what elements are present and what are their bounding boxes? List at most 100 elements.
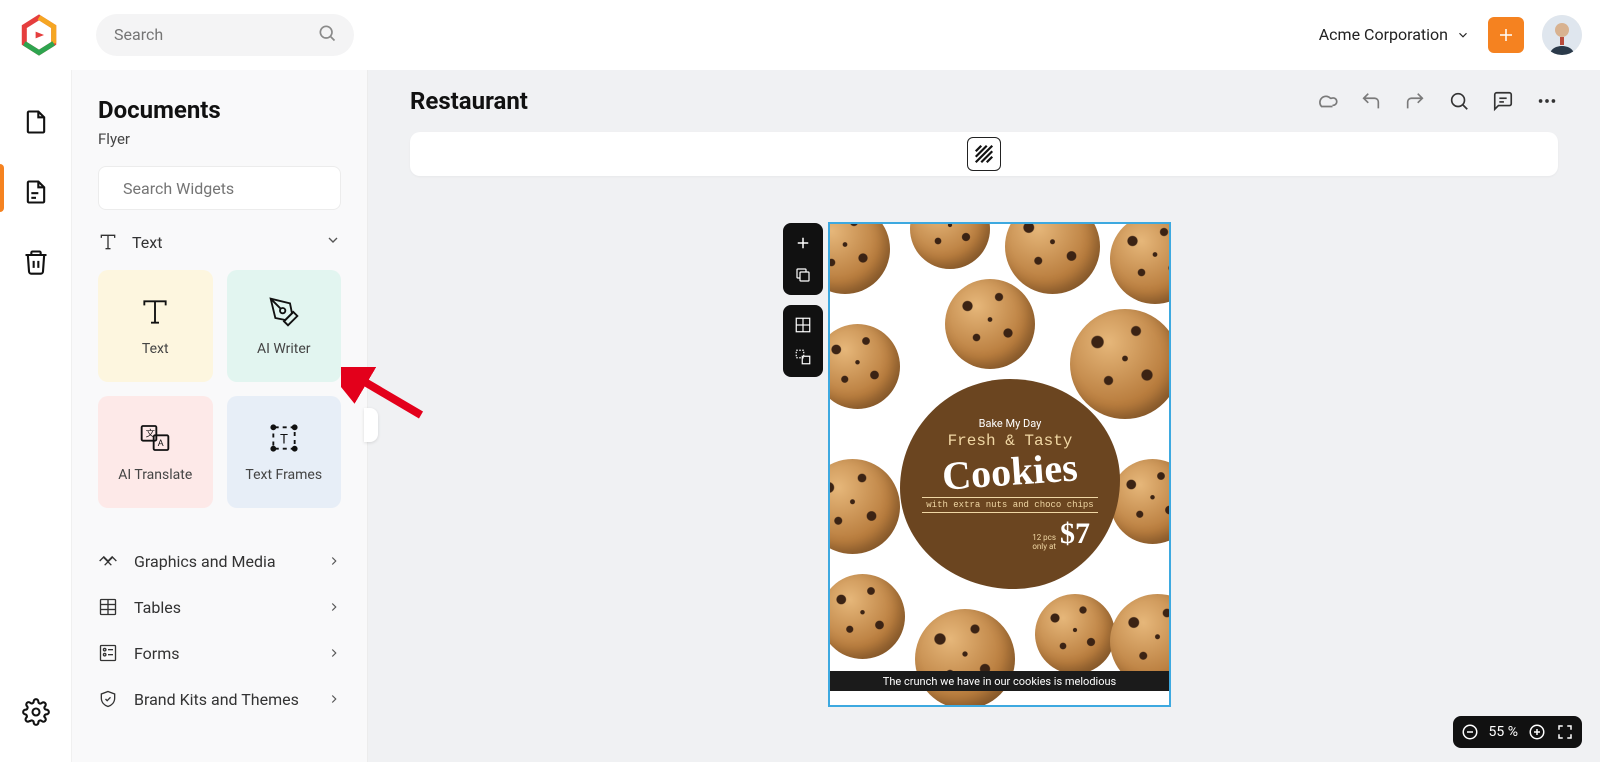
cookie-image	[1110, 222, 1171, 304]
cookie-image	[1005, 222, 1100, 294]
gear-icon	[22, 698, 50, 726]
flyer-pcs: 12 pcs only at	[1032, 533, 1056, 551]
guides-icon	[794, 348, 812, 366]
org-switcher[interactable]: Acme Corporation	[1319, 25, 1470, 44]
flyer-price: $7	[1060, 517, 1090, 551]
svg-text:文: 文	[146, 428, 155, 440]
flyer-tagline: The crunch we have in our cookies is mel…	[830, 671, 1169, 691]
pen-nib-icon	[268, 295, 300, 329]
document-title: Restaurant	[410, 87, 528, 115]
text-icon	[98, 232, 118, 252]
nav-widgets[interactable]	[8, 164, 64, 220]
chevron-down-icon	[325, 232, 341, 252]
org-name-label: Acme Corporation	[1319, 25, 1448, 44]
cloud-sync-button[interactable]	[1316, 90, 1338, 112]
nav-documents[interactable]	[8, 94, 64, 150]
widget-label: AI Translate	[118, 467, 192, 483]
more-horizontal-icon	[1536, 90, 1558, 112]
category-label: Tables	[134, 598, 311, 617]
grid-button[interactable]	[789, 311, 817, 339]
category-graphics[interactable]: Graphics and Media	[98, 538, 341, 584]
category-label: Graphics and Media	[134, 552, 311, 571]
cookie-image	[828, 574, 905, 659]
zoom-value[interactable]: 55 %	[1489, 724, 1518, 740]
trash-icon	[22, 248, 50, 276]
widget-ai-translate[interactable]: 文A AI Translate	[98, 396, 213, 508]
cookie-image	[828, 459, 900, 554]
panel-subtitle: Flyer	[98, 130, 341, 148]
cookie-image	[910, 222, 990, 269]
svg-text:T: T	[280, 432, 288, 447]
create-button[interactable]	[1488, 17, 1524, 53]
graphics-icon	[98, 551, 118, 571]
document-lines-icon	[22, 178, 50, 206]
text-icon	[139, 295, 171, 329]
chevron-right-icon	[327, 646, 341, 660]
widget-text[interactable]: Text	[98, 270, 213, 382]
cloud-icon	[1316, 90, 1338, 112]
redo-button[interactable]	[1404, 90, 1426, 112]
category-label: Forms	[134, 644, 311, 663]
zoom-out-button[interactable]	[1461, 723, 1479, 741]
widget-label: Text Frames	[245, 467, 322, 483]
widget-search-input[interactable]	[123, 179, 326, 198]
category-brand-kits[interactable]: Brand Kits and Themes	[98, 676, 341, 722]
flyer-line1: Bake My Day	[979, 417, 1042, 430]
cookie-image	[1070, 309, 1171, 419]
cookie-image	[915, 609, 1015, 707]
undo-button[interactable]	[1360, 90, 1382, 112]
add-page-button[interactable]	[789, 229, 817, 257]
copy-icon	[794, 266, 812, 284]
undo-icon	[1360, 90, 1382, 112]
chevron-right-icon	[327, 554, 341, 568]
widget-text-frames[interactable]: T Text Frames	[227, 396, 342, 508]
translate-icon: 文A	[139, 421, 171, 455]
shield-icon	[98, 689, 118, 709]
flyer-headline: Cookies	[941, 443, 1080, 499]
user-avatar[interactable]	[1542, 15, 1582, 55]
context-toolbar	[410, 132, 1558, 176]
nav-settings[interactable]	[8, 684, 64, 740]
category-tables[interactable]: Tables	[98, 584, 341, 630]
cookie-image	[945, 279, 1035, 369]
canvas-page[interactable]: Bake My Day Fresh & Tasty Cookies with e…	[828, 222, 1171, 707]
zoom-in-button[interactable]	[1528, 723, 1546, 741]
document-icon	[22, 108, 50, 136]
redo-icon	[1404, 90, 1426, 112]
cookie-image	[828, 222, 890, 294]
pattern-fill-button[interactable]	[967, 137, 1001, 171]
widget-label: Text	[142, 341, 169, 357]
nav-trash[interactable]	[8, 234, 64, 290]
duplicate-page-button[interactable]	[789, 261, 817, 289]
widget-label: AI Writer	[257, 341, 311, 357]
guides-button[interactable]	[789, 343, 817, 371]
plus-circle-icon	[1528, 723, 1546, 741]
category-forms[interactable]: Forms	[98, 630, 341, 676]
category-text[interactable]: Text	[98, 232, 341, 252]
chevron-down-icon	[1456, 28, 1470, 42]
comments-button[interactable]	[1492, 90, 1514, 112]
more-menu-button[interactable]	[1536, 90, 1558, 112]
table-icon	[98, 597, 118, 617]
flyer-splash: Bake My Day Fresh & Tasty Cookies with e…	[900, 379, 1120, 589]
global-search[interactable]	[96, 14, 354, 56]
expand-icon	[1556, 723, 1574, 741]
widget-search[interactable]	[98, 166, 341, 210]
fullscreen-button[interactable]	[1556, 723, 1574, 741]
minus-circle-icon	[1461, 723, 1479, 741]
flyer-subline: with extra nuts and choco chips	[922, 497, 1097, 513]
chevron-right-icon	[327, 600, 341, 614]
comment-icon	[1492, 90, 1514, 112]
annotation-arrow	[341, 367, 431, 427]
svg-text:A: A	[158, 438, 164, 449]
app-logo[interactable]	[18, 14, 60, 56]
form-icon	[98, 643, 118, 663]
nav-active-indicator	[0, 164, 4, 212]
widget-ai-writer[interactable]: AI Writer	[227, 270, 342, 382]
plus-icon	[794, 234, 812, 252]
cookie-image	[1035, 594, 1115, 674]
chevron-right-icon	[327, 692, 341, 706]
global-search-input[interactable]	[114, 25, 317, 44]
zoom-search-button[interactable]	[1448, 90, 1470, 112]
category-label: Text	[132, 233, 311, 252]
